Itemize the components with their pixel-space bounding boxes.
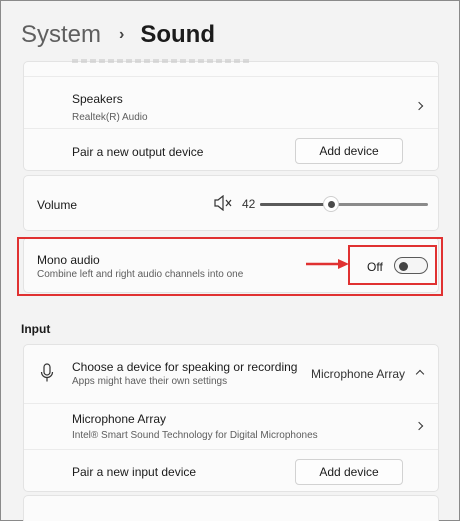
volume-slider-thumb[interactable] xyxy=(323,196,339,212)
mic-array-subtitle: Intel® Smart Sound Technology for Digita… xyxy=(72,430,318,441)
microphone-icon xyxy=(40,363,54,388)
annotation-arrow-icon xyxy=(306,259,349,269)
pair-output-label: Pair a new output device xyxy=(72,145,204,159)
page-title: Sound xyxy=(140,21,215,48)
choose-input-title: Choose a device for speaking or recordin… xyxy=(72,360,298,374)
volume-slider-fill xyxy=(260,203,331,206)
input-volume-card-partial xyxy=(23,495,439,521)
volume-value: 42 xyxy=(242,197,256,211)
add-output-device-button[interactable]: Add device xyxy=(295,138,403,164)
pair-output-row: Pair a new output device Add device xyxy=(24,128,438,172)
choose-input-subtitle: Apps might have their own settings xyxy=(72,376,228,387)
chevron-right-icon: › xyxy=(119,26,125,43)
chevron-right-icon xyxy=(414,101,424,111)
chevron-right-icon xyxy=(414,421,424,431)
annotation-inner-box xyxy=(348,245,437,285)
breadcrumb-system[interactable]: System xyxy=(21,21,101,49)
breadcrumb: System › Sound xyxy=(21,21,215,49)
add-input-device-button[interactable]: Add device xyxy=(295,459,403,485)
output-card-top-cut xyxy=(24,59,438,68)
speaker-muted-icon[interactable] xyxy=(214,194,234,216)
mic-array-row[interactable]: Microphone Array Intel® Smart Sound Tech… xyxy=(24,403,438,449)
mic-array-title: Microphone Array xyxy=(72,412,167,426)
speakers-title: Speakers xyxy=(72,92,123,106)
output-devices-card: Speakers Realtek(R) Audio Pair a new out… xyxy=(23,59,439,172)
volume-card: Volume 42 xyxy=(23,175,439,231)
chevron-up-icon[interactable] xyxy=(415,369,425,379)
input-devices-card: Choose a device for speaking or recordin… xyxy=(23,344,439,492)
volume-slider[interactable] xyxy=(260,196,428,212)
volume-label: Volume xyxy=(37,198,78,212)
speakers-row[interactable]: Speakers Realtek(R) Audio xyxy=(24,76,438,126)
selected-input-device[interactable]: Microphone Array xyxy=(311,367,405,381)
input-section-label: Input xyxy=(21,322,51,336)
choose-input-row[interactable]: Choose a device for speaking or recordin… xyxy=(24,345,438,403)
speakers-subtitle: Realtek(R) Audio xyxy=(72,112,148,123)
pair-input-row: Pair a new input device Add device xyxy=(24,449,438,493)
pair-input-label: Pair a new input device xyxy=(72,465,197,479)
